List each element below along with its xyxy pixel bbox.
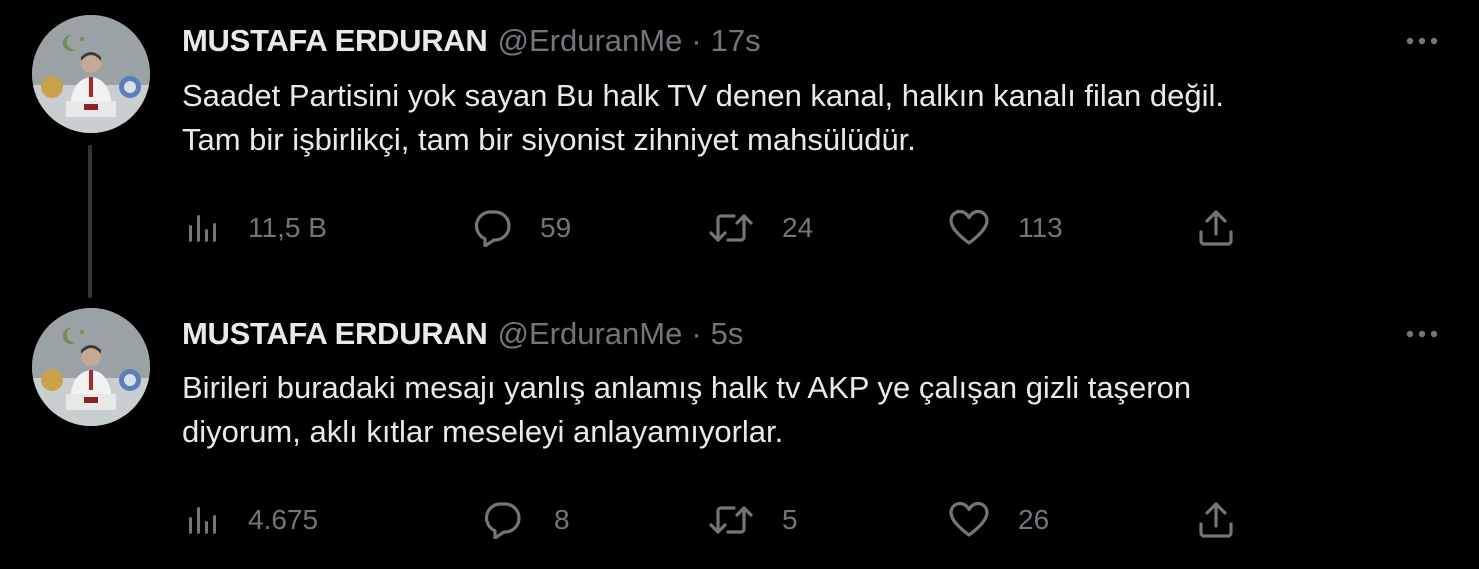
avatar[interactable] [32, 308, 150, 426]
tweet-text-line: Tam bir işbirlikçi, tam bir siyonist zih… [182, 122, 916, 157]
analytics-icon [189, 507, 216, 534]
heart-icon [949, 209, 989, 245]
like-count: 113 [1018, 212, 1063, 243]
tweet[interactable]: MUSTAFA ERDURAN @ErduranMe · 5s Birileri… [0, 300, 1479, 569]
avatar[interactable] [32, 15, 150, 133]
share-button[interactable] [1196, 206, 1236, 250]
share-icon [1199, 210, 1233, 246]
heart-icon [949, 501, 989, 537]
like-button[interactable]: 26 [948, 498, 1049, 542]
tweet-text-line: Birileri buradaki mesajı yanlış anlamış … [182, 370, 1192, 405]
author-handle[interactable]: @ErduranMe [498, 316, 683, 352]
action-bar: 11,5 B 59 24 113 [182, 206, 1282, 250]
timestamp[interactable]: 5s [711, 316, 744, 352]
separator-dot: · [691, 316, 702, 351]
like-count: 26 [1018, 504, 1050, 535]
tweet-text-line: Saadet Partisini yok sayan Bu halk TV de… [182, 78, 1225, 113]
separator-dot: · [691, 23, 702, 58]
tweet-header: MUSTAFA ERDURAN @ErduranMe · 5s [182, 314, 743, 354]
retweet-button[interactable]: 24 [708, 206, 813, 250]
retweet-count: 24 [782, 212, 814, 243]
author-name[interactable]: MUSTAFA ERDURAN [182, 316, 488, 352]
tweet-header: MUSTAFA ERDURAN @ErduranMe · 17s [182, 21, 761, 61]
reply-button[interactable]: 8 [482, 498, 570, 542]
more-icon[interactable] [1400, 314, 1444, 354]
reply-count: 59 [540, 212, 572, 243]
more-icon[interactable] [1400, 21, 1444, 61]
author-handle[interactable]: @ErduranMe [498, 23, 683, 59]
share-button[interactable] [1196, 498, 1236, 542]
like-button[interactable]: 113 [948, 206, 1063, 250]
views-count: 4.675 [248, 504, 319, 535]
analytics-icon [189, 215, 216, 242]
thread-connector-line [88, 145, 92, 298]
views-count: 11,5 B [248, 212, 327, 243]
retweet-button[interactable]: 5 [708, 498, 798, 542]
share-icon [1199, 502, 1233, 538]
retweet-count: 5 [782, 504, 798, 535]
reply-count: 8 [554, 504, 570, 535]
reply-button[interactable]: 59 [472, 206, 571, 250]
tweet-text: Saadet Partisini yok sayan Bu halk TV de… [182, 74, 1452, 162]
tweet[interactable]: MUSTAFA ERDURAN @ErduranMe · 17s Saadet … [0, 0, 1479, 300]
reply-icon [474, 210, 511, 247]
retweet-icon [709, 506, 753, 534]
views-button[interactable]: 4.675 [186, 498, 318, 542]
author-name[interactable]: MUSTAFA ERDURAN [182, 23, 488, 59]
tweet-text: Birileri buradaki mesajı yanlış anlamış … [182, 366, 1452, 454]
retweet-icon [709, 214, 753, 242]
action-bar: 4.675 8 5 26 [182, 498, 1282, 542]
timestamp[interactable]: 17s [711, 23, 761, 59]
tweet-text-line: diyorum, aklı kıtlar meseleyi anlayamıyo… [182, 414, 784, 449]
views-button[interactable]: 11,5 B [186, 206, 327, 250]
reply-icon [484, 502, 521, 539]
